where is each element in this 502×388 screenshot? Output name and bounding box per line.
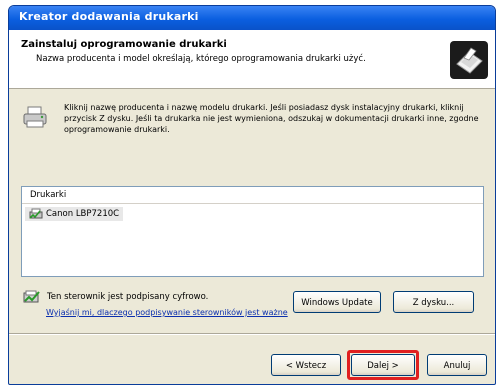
window-title: Kreator dodawania drukarki — [19, 10, 199, 23]
windows-update-button[interactable]: Windows Update — [293, 291, 381, 313]
intro-text: Kliknij nazwę producenta i nazwę modelu … — [64, 103, 479, 134]
list-item-label: Canon LBP7210C — [46, 209, 120, 219]
printer-list-icon — [29, 208, 43, 219]
printer-listbox[interactable]: Drukarki Canon LBP7210C — [21, 186, 484, 277]
driver-signing-link[interactable]: Wyjaśnij mi, dlaczego podpisywanie stero… — [46, 308, 288, 317]
have-disk-button[interactable]: Z dysku... — [393, 291, 474, 313]
add-printer-wizard-window: Kreator dodawania drukarki Zainstaluj op… — [8, 5, 496, 385]
footer-divider — [9, 333, 495, 335]
header-subtitle: Nazwa producenta i model określają, któr… — [36, 54, 366, 64]
signature-icon — [23, 290, 40, 303]
printer-icon — [23, 106, 47, 128]
list-item-canon-lbp7210c[interactable]: Canon LBP7210C — [25, 207, 124, 221]
signature-text: Ten sterownik jest podpisany cyfrowo. — [47, 292, 209, 302]
back-button[interactable]: < Wstecz — [271, 354, 341, 376]
titlebar[interactable]: Kreator dodawania drukarki — [9, 6, 495, 30]
header-title: Zainstaluj oprogramowanie drukarki — [21, 39, 227, 50]
list-header[interactable]: Drukarki — [22, 187, 483, 204]
cancel-button[interactable]: Anuluj — [427, 354, 487, 376]
wizard-header: Zainstaluj oprogramowanie drukarki Nazwa… — [9, 30, 495, 89]
printer-install-icon — [450, 41, 488, 79]
list-header-label: Drukarki — [30, 190, 67, 200]
next-button-highlight — [347, 350, 419, 380]
